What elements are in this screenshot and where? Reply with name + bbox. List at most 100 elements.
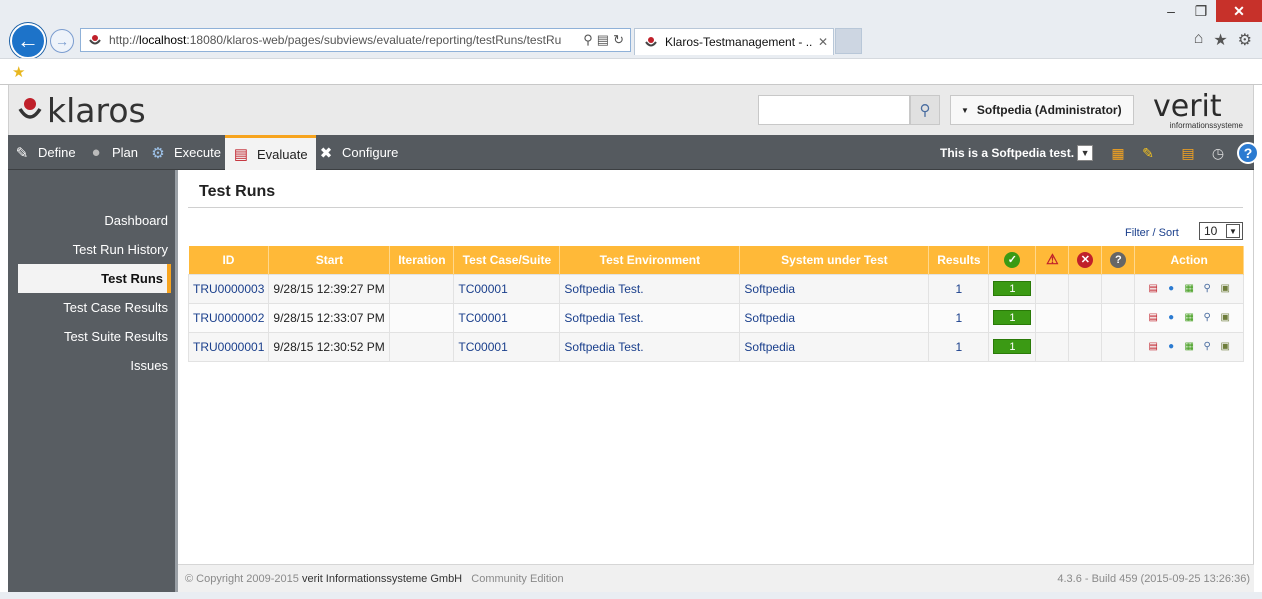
col-passed[interactable]: ✓ [988, 246, 1037, 274]
col-error[interactable]: ✕ [1068, 246, 1103, 274]
col-id[interactable]: ID [188, 246, 270, 274]
edit-icon[interactable]: ✎ [1136, 141, 1160, 165]
nav-evaluate[interactable]: ▤ Evaluate [225, 135, 316, 170]
sidebar-item-test-run-history[interactable]: Test Run History [73, 242, 168, 257]
magnifier-view-icon[interactable]: ⚲ [1199, 281, 1215, 297]
sidebar: Dashboard Test Run History Test Runs Tes… [8, 170, 178, 592]
refresh-icon[interactable]: ↻ [613, 32, 624, 48]
cell-sut[interactable]: Softpedia [739, 302, 930, 333]
col-test-environment[interactable]: Test Environment [559, 246, 741, 274]
new-tab-button[interactable] [835, 28, 862, 54]
cell-failed [1035, 273, 1070, 304]
compat-view-icon[interactable]: ▤ [597, 32, 609, 48]
html-report-icon[interactable]: ● [1163, 310, 1179, 326]
col-test-case-suite[interactable]: Test Case/Suite [453, 246, 561, 274]
cell-run-id[interactable]: TRU0000001 [187, 331, 270, 362]
cell-results[interactable]: 1 [928, 302, 990, 333]
col-failed[interactable]: ⚠ [1035, 246, 1070, 274]
caret-down-icon: ▼ [961, 105, 969, 115]
close-window-icon[interactable]: ✕ [1216, 0, 1262, 22]
sidebar-item-test-runs[interactable]: Test Runs [18, 264, 171, 293]
pdf-icon[interactable]: ▤ [1145, 281, 1161, 297]
gear-icon[interactable]: ⚙ [1238, 30, 1252, 50]
warning-icon: ⚠ [1046, 251, 1059, 268]
cell-results[interactable]: 1 [928, 273, 990, 304]
chevron-down-icon: ▼ [1226, 224, 1240, 238]
magnifier-view-icon[interactable]: ⚲ [1199, 339, 1215, 355]
html-report-icon[interactable]: ● [1163, 339, 1179, 355]
sidebar-item-test-case-results[interactable]: Test Case Results [63, 300, 168, 315]
save-icon[interactable]: ▦ [1106, 141, 1130, 165]
excel-icon[interactable]: ▦ [1181, 281, 1197, 297]
cell-test-case[interactable]: TC00001 [453, 331, 561, 362]
pdf-icon[interactable]: ▤ [1145, 339, 1161, 355]
magnifier-icon: ⚲ [919, 102, 931, 119]
global-search-input[interactable] [758, 95, 910, 125]
col-start[interactable]: Start [268, 246, 391, 274]
cell-iteration [389, 331, 455, 362]
sidebar-item-test-suite-results[interactable]: Test Suite Results [64, 329, 168, 344]
nav-configure[interactable]: ✖ Configure [316, 135, 399, 170]
sidebar-item-issues[interactable]: Issues [130, 358, 168, 373]
klaros-logo[interactable]: klaros [17, 91, 146, 130]
excel-icon[interactable]: ▦ [1181, 339, 1197, 355]
home-icon[interactable]: ⌂ [1194, 30, 1204, 50]
cell-skipped [1101, 273, 1136, 304]
search-button[interactable]: ⚲ [910, 95, 940, 125]
project-select[interactable]: This is a Softpedia test. ▼ [940, 143, 1094, 163]
nav-execute[interactable]: ⚙ Execute [148, 135, 221, 170]
verit-logo: verit informationssysteme [1153, 92, 1249, 131]
browser-chrome: – ❐ ✕ ← → http://localhost:18080/klaros-… [0, 0, 1262, 85]
archive-icon[interactable]: ▣ [1217, 339, 1233, 355]
col-system-under-test[interactable]: System under Test [739, 246, 930, 274]
favorites-star-icon[interactable]: ★ [1213, 30, 1227, 50]
cell-actions: ▤ ● ▦ ⚲ ▣ [1134, 273, 1244, 304]
cell-run-id[interactable]: TRU0000002 [187, 302, 270, 333]
user-menu-button[interactable]: ▼ Softpedia (Administrator) [950, 95, 1134, 125]
excel-icon[interactable]: ▦ [1181, 310, 1197, 326]
cell-environment[interactable]: Softpedia Test. [559, 273, 741, 304]
project-select-value: This is a Softpedia test. [940, 146, 1075, 160]
cell-environment[interactable]: Softpedia Test. [559, 302, 741, 333]
add-favorite-icon[interactable]: ★ [12, 63, 25, 81]
table-row: TRU0000003 9/28/15 12:39:27 PM TC00001 S… [187, 273, 1244, 304]
nav-plan[interactable]: ● Plan [86, 135, 138, 170]
browser-tab[interactable]: Klaros-Testmanagement - ... ✕ [634, 28, 834, 55]
url-text[interactable]: http://localhost:18080/klaros-web/pages/… [109, 33, 577, 47]
magnifier-view-icon[interactable]: ⚲ [1199, 310, 1215, 326]
cell-run-id[interactable]: TRU0000003 [187, 273, 270, 304]
minimize-icon[interactable]: – [1156, 0, 1186, 22]
nav-define[interactable]: ✎ Define [12, 135, 76, 170]
col-iteration[interactable]: Iteration [389, 246, 455, 274]
cell-sut[interactable]: Softpedia [739, 331, 930, 362]
tab-close-icon[interactable]: ✕ [813, 35, 833, 49]
cell-results[interactable]: 1 [928, 331, 990, 362]
timer-icon[interactable]: ◷ [1206, 141, 1230, 165]
help-button[interactable]: ? [1236, 141, 1260, 165]
address-bar[interactable]: http://localhost:18080/klaros-web/pages/… [80, 28, 631, 52]
cell-sut[interactable]: Softpedia [739, 273, 930, 304]
cell-test-case[interactable]: TC00001 [453, 302, 561, 333]
pdf-icon[interactable]: ▤ [1145, 310, 1161, 326]
sidebar-item-dashboard[interactable]: Dashboard [104, 213, 168, 228]
col-skipped[interactable]: ? [1101, 246, 1136, 274]
cell-environment[interactable]: Softpedia Test. [559, 331, 741, 362]
passed-badge: 1 [993, 310, 1032, 325]
cell-skipped [1101, 302, 1136, 333]
archive-icon[interactable]: ▣ [1217, 310, 1233, 326]
search-icon[interactable]: ⚲ [583, 32, 593, 48]
forward-button[interactable]: → [50, 29, 74, 53]
nav-evaluate-label: Evaluate [257, 146, 308, 162]
back-button[interactable]: ← [10, 23, 46, 59]
archive-icon[interactable]: ▣ [1217, 281, 1233, 297]
filter-sort-link[interactable]: Filter / Sort [1125, 227, 1179, 239]
page-size-select[interactable]: 10 ▼ [1199, 222, 1243, 240]
col-results[interactable]: Results [928, 246, 990, 274]
cell-test-case[interactable]: TC00001 [453, 273, 561, 304]
configure-tools-icon: ✖ [319, 144, 333, 162]
restore-icon[interactable]: ❐ [1186, 0, 1216, 22]
chevron-down-icon[interactable]: ▼ [1077, 145, 1094, 161]
html-report-icon[interactable]: ● [1163, 281, 1179, 297]
job-icon[interactable]: ▤ [1176, 141, 1200, 165]
cell-iteration [389, 302, 455, 333]
